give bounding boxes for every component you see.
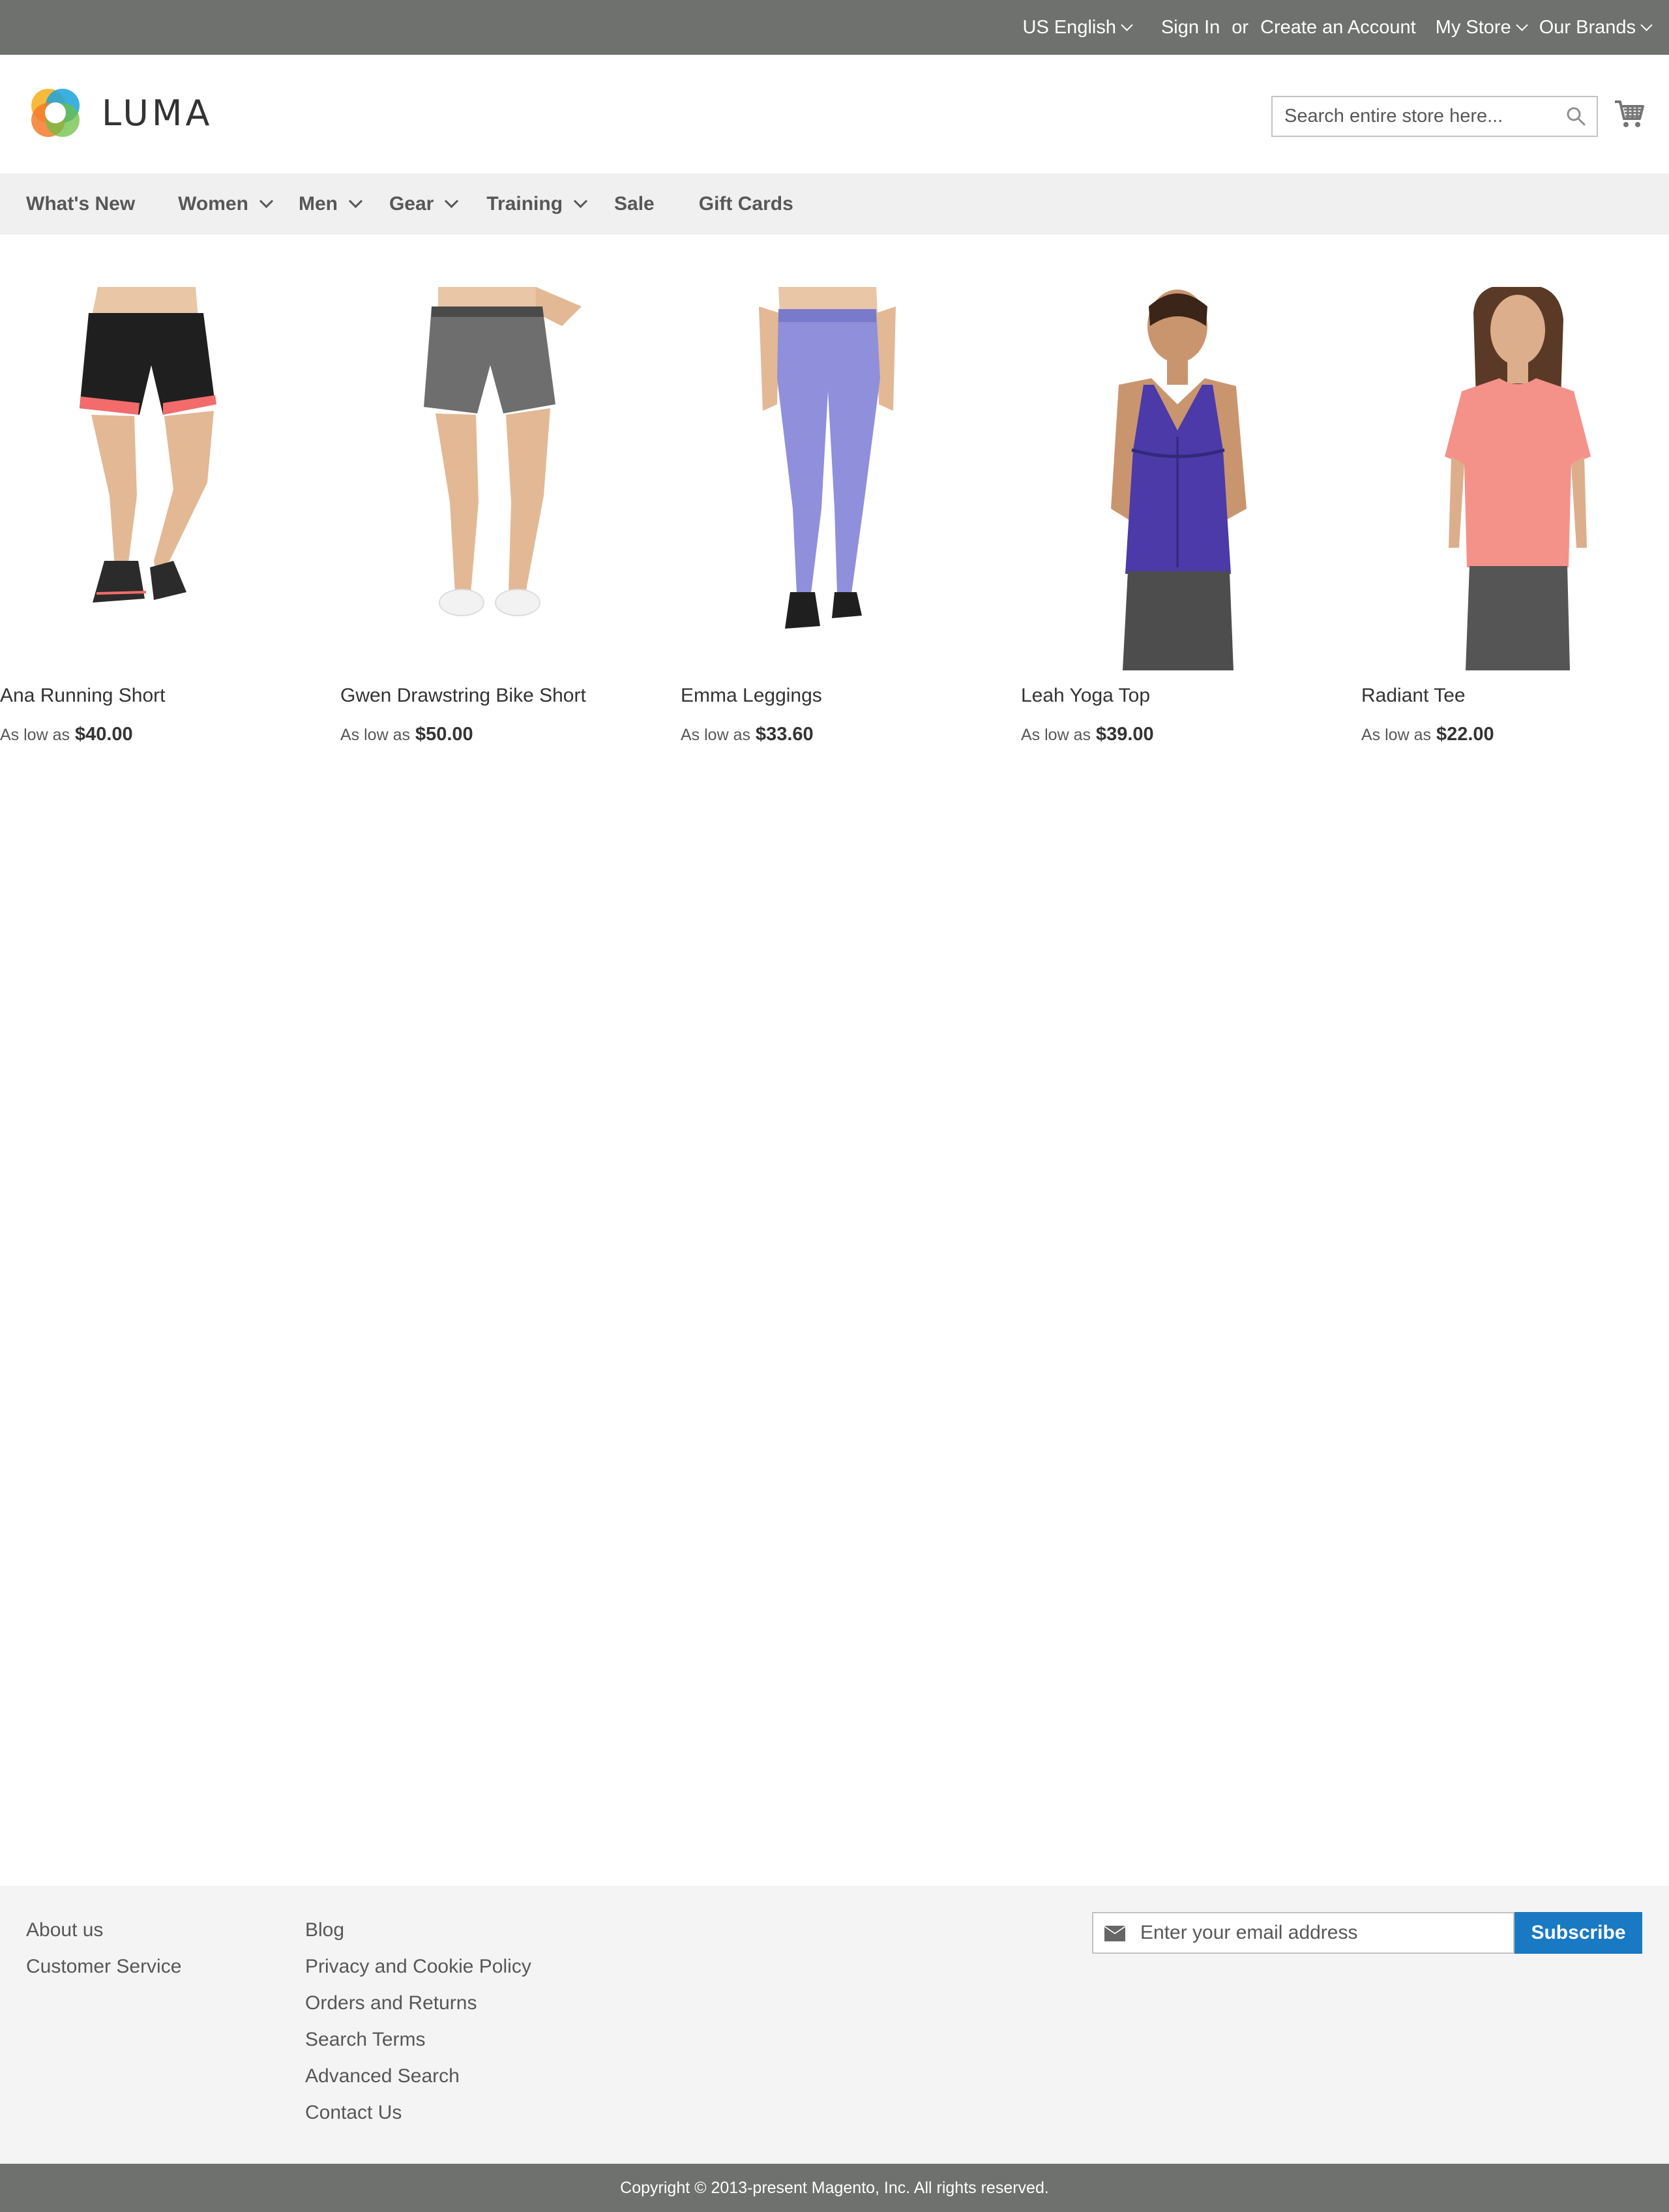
search-icon[interactable] <box>1565 106 1586 127</box>
cart-icon[interactable] <box>1614 98 1645 129</box>
nav-item-label: Sale <box>614 193 655 215</box>
footer-link-contact-us[interactable]: Contact Us <box>305 2095 531 2131</box>
product-photo-radiant-tee <box>1445 287 1591 670</box>
our-brands-dropdown[interactable]: Our Brands <box>1539 16 1653 38</box>
nav-item-gear[interactable]: Gear <box>389 193 459 215</box>
nav-item-label: Training <box>486 193 563 215</box>
nav-item-label: Women <box>178 193 248 215</box>
product-price: As low as $40.00 <box>0 724 133 745</box>
product-image[interactable] <box>0 287 306 670</box>
newsletter-form: Subscribe <box>1092 1912 1642 1954</box>
nav-item-label: Gift Cards <box>698 193 793 215</box>
product-name[interactable]: Radiant Tee <box>1361 685 1466 707</box>
copyright-bar: Copyright © 2013-present Magento, Inc. A… <box>0 2164 1669 2212</box>
site-header: LUMA <box>0 55 1669 173</box>
product-image[interactable] <box>340 287 647 670</box>
footer-links-col2: Blog Privacy and Cookie Policy Orders an… <box>305 1912 531 2131</box>
luma-logo[interactable]: LUMA <box>26 83 213 142</box>
chevron-down-icon <box>259 194 274 209</box>
product-item: Ana Running Short As low as $40.00 <box>0 287 306 745</box>
nav-item-men[interactable]: Men <box>298 193 363 215</box>
price-label: As low as <box>681 726 750 744</box>
price-amount: $50.00 <box>415 724 473 745</box>
product-item: Radiant Tee As low as $22.00 <box>1361 287 1668 745</box>
product-photo-leah-yoga-top <box>1111 290 1247 670</box>
chevron-down-icon <box>1640 18 1653 31</box>
product-image[interactable] <box>1361 287 1668 670</box>
footer-link-advanced-search[interactable]: Advanced Search <box>305 2058 531 2095</box>
chevron-down-icon <box>348 194 363 209</box>
top-links: US English Sign In or Create an Account … <box>1022 0 1653 55</box>
my-store-label: My Store <box>1435 16 1511 38</box>
product-item: Gwen Drawstring Bike Short As low as $50… <box>340 287 647 745</box>
product-item: Leah Yoga Top As low as $39.00 <box>1021 287 1327 745</box>
chevron-down-icon <box>445 194 459 209</box>
nav-item-women[interactable]: Women <box>178 193 274 215</box>
footer-links-col1: About us Customer Service <box>26 1912 181 1985</box>
product-price: As low as $39.00 <box>1021 724 1154 745</box>
chevron-down-icon <box>1516 18 1528 31</box>
price-label: As low as <box>1361 726 1431 744</box>
search-box <box>1271 96 1598 137</box>
price-amount: $22.00 <box>1436 724 1494 745</box>
main-navigation: What's New Women Men Gear Training Sale … <box>0 173 1669 235</box>
create-account-link[interactable]: Create an Account <box>1260 17 1416 38</box>
nav-list: What's New Women Men Gear Training Sale … <box>0 173 1669 235</box>
footer-link-privacy-policy[interactable]: Privacy and Cookie Policy <box>305 1949 531 1985</box>
product-photo-ana-running-short <box>80 287 216 603</box>
search-input[interactable] <box>1273 97 1553 136</box>
product-price: As low as $50.00 <box>340 724 473 745</box>
copyright-text: Copyright © 2013-present Magento, Inc. A… <box>620 2178 1049 2197</box>
product-photo-emma-leggings <box>759 287 896 629</box>
product-image[interactable] <box>1021 287 1327 670</box>
price-amount: $40.00 <box>74 724 133 745</box>
price-label: As low as <box>340 726 410 744</box>
product-name[interactable]: Emma Leggings <box>681 685 822 707</box>
product-item: Emma Leggings As low as $33.60 <box>681 287 987 745</box>
newsletter-field <box>1092 1912 1514 1954</box>
subscribe-button[interactable]: Subscribe <box>1514 1912 1642 1954</box>
nav-item-training[interactable]: Training <box>486 193 588 215</box>
footer-link-orders-returns[interactable]: Orders and Returns <box>305 1985 531 2022</box>
newsletter-email-input[interactable] <box>1093 1913 1513 1952</box>
price-label: As low as <box>0 726 70 744</box>
price-amount: $33.60 <box>755 724 814 745</box>
nav-item-gift-cards[interactable]: Gift Cards <box>699 193 793 215</box>
our-brands-label: Our Brands <box>1539 16 1636 38</box>
sign-in-link[interactable]: Sign In <box>1161 17 1220 38</box>
my-store-dropdown[interactable]: My Store <box>1435 16 1528 38</box>
language-switcher[interactable]: US English <box>1022 16 1133 38</box>
site-footer: About us Customer Service Blog Privacy a… <box>0 1886 1669 2164</box>
product-image[interactable] <box>681 287 987 670</box>
or-separator: or <box>1232 16 1249 38</box>
product-grid: Ana Running Short As low as $40.00 Gwen … <box>0 287 1669 756</box>
product-name[interactable]: Gwen Drawstring Bike Short <box>340 685 586 707</box>
product-photo-gwen-drawstring-bike-short <box>424 287 582 616</box>
envelope-icon <box>1104 1926 1125 1941</box>
price-label: As low as <box>1021 726 1091 744</box>
top-utility-bar: US English Sign In or Create an Account … <box>0 0 1669 55</box>
footer-link-search-terms[interactable]: Search Terms <box>305 2022 531 2058</box>
footer-link-customer-service[interactable]: Customer Service <box>26 1949 181 1985</box>
language-label: US English <box>1022 16 1116 38</box>
product-name[interactable]: Leah Yoga Top <box>1021 685 1150 707</box>
product-name[interactable]: Ana Running Short <box>0 685 166 707</box>
luma-logo-icon <box>31 89 80 137</box>
footer-link-about-us[interactable]: About us <box>26 1912 181 1949</box>
product-price: As low as $22.00 <box>1361 724 1494 745</box>
logo-text: LUMA <box>102 92 213 134</box>
footer-link-blog[interactable]: Blog <box>305 1912 531 1949</box>
chevron-down-icon <box>573 194 588 209</box>
chevron-down-icon <box>1121 18 1133 31</box>
nav-item-label: Gear <box>389 193 434 215</box>
product-price: As low as $33.60 <box>681 724 814 745</box>
nav-item-label: Men <box>298 193 338 215</box>
price-amount: $39.00 <box>1095 724 1154 745</box>
nav-item-label: What's New <box>26 193 136 215</box>
nav-item-whats-new[interactable]: What's New <box>26 193 135 215</box>
nav-item-sale[interactable]: Sale <box>614 193 655 215</box>
